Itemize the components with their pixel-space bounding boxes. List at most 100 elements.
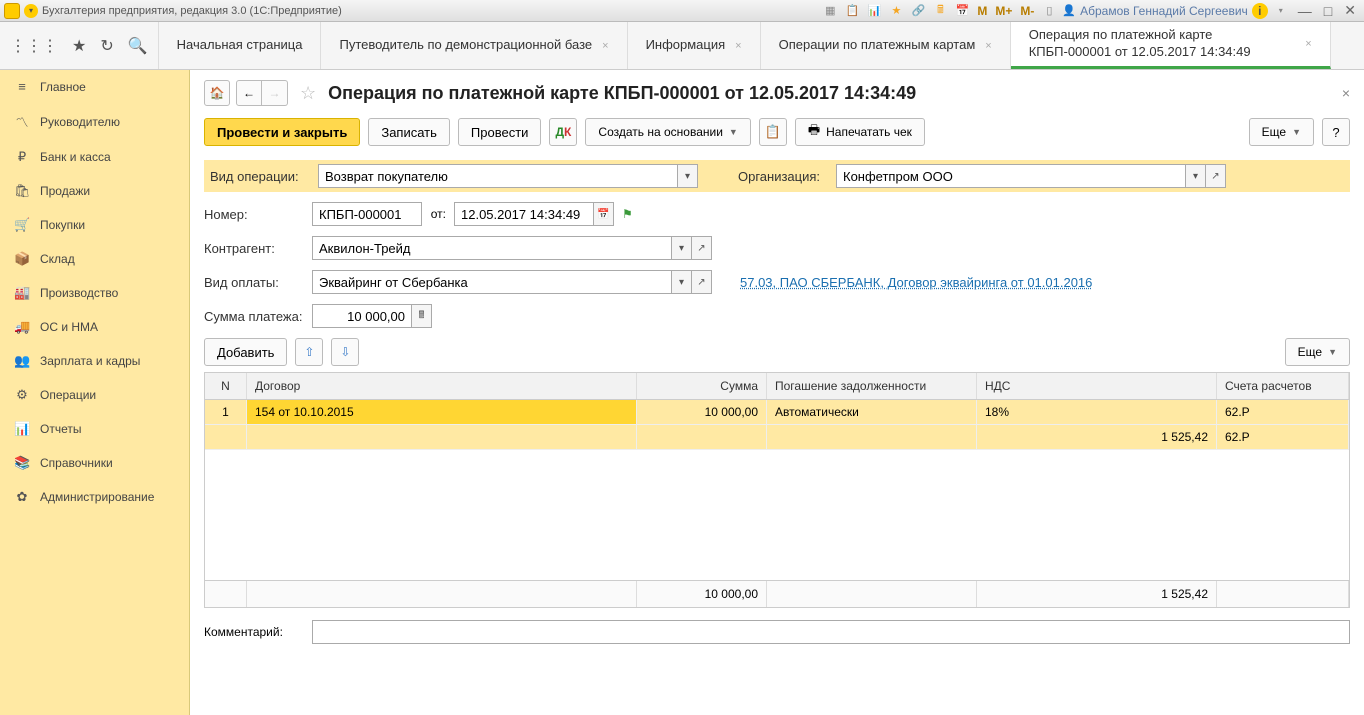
col-contract[interactable]: Договор <box>247 373 637 399</box>
amount-row: Сумма платежа: 🖩 <box>204 304 1350 328</box>
table-row[interactable]: 1 154 от 10.10.2015 10 000,00 Автоматиче… <box>205 400 1349 425</box>
home-button[interactable]: 🏠 <box>204 80 230 106</box>
favorites-icon[interactable]: ★ <box>72 36 86 56</box>
col-vat[interactable]: НДС <box>977 373 1217 399</box>
move-down-button[interactable] <box>331 338 359 366</box>
sidebar-item-manager[interactable]: 〽Руководителю <box>0 103 189 140</box>
box-icon: 📦 <box>14 251 30 267</box>
calculator-button[interactable]: 🖩 <box>412 304 432 328</box>
dropdown-button[interactable]: ▾ <box>1186 164 1206 188</box>
sidebar-item-warehouse[interactable]: 📦Склад <box>0 242 189 276</box>
dk-button[interactable]: ДК <box>549 118 577 146</box>
create-based-button[interactable]: Создать на основании ▼ <box>585 118 750 146</box>
info-dropdown[interactable]: ▾ <box>1272 2 1290 20</box>
grid-body[interactable]: 1 154 от 10.10.2015 10 000,00 Автоматиче… <box>205 400 1349 580</box>
sidebar-item-purchases[interactable]: 🛒Покупки <box>0 208 189 242</box>
star-icon[interactable]: ★ <box>887 2 905 20</box>
user-name[interactable]: 👤 Абрамов Геннадий Сергеевич <box>1062 4 1247 18</box>
open-button[interactable]: ↗ <box>1206 164 1226 188</box>
m-button[interactable]: M <box>975 4 989 18</box>
calendar-icon[interactable]: 📅 <box>953 2 971 20</box>
calc-icon[interactable]: 🖩 <box>931 2 949 20</box>
number-input[interactable] <box>312 202 422 226</box>
app-logo <box>4 3 20 19</box>
chevron-down-icon: ▼ <box>729 127 738 137</box>
open-button[interactable]: ↗ <box>692 236 712 260</box>
tab-info[interactable]: Информация× <box>628 22 761 69</box>
m-plus-button[interactable]: M+ <box>993 4 1014 18</box>
maximize-button[interactable]: □ <box>1320 3 1336 19</box>
tab-guide[interactable]: Путеводитель по демонстрационной базе× <box>321 22 627 69</box>
close-icon[interactable]: × <box>735 40 741 52</box>
comment-input[interactable] <box>312 620 1350 644</box>
save-button[interactable]: Записать <box>368 118 450 146</box>
comment-row: Комментарий: <box>204 620 1350 644</box>
help-button[interactable]: ? <box>1322 118 1350 146</box>
factory-icon: 🏭 <box>14 285 30 301</box>
tab-card-ops[interactable]: Операции по платежным картам× <box>761 22 1011 69</box>
clipboard-icon[interactable]: 📋 <box>843 2 861 20</box>
col-acc[interactable]: Счета расчетов <box>1217 373 1349 399</box>
calendar-button[interactable]: 📅 <box>594 202 614 226</box>
bag-icon: 🛍 <box>14 183 30 199</box>
sidebar-item-assets[interactable]: 🚚ОС и НМА <box>0 310 189 344</box>
info-icon[interactable]: i <box>1252 3 1268 19</box>
dropdown-button[interactable]: ▾ <box>672 236 692 260</box>
amount-input[interactable] <box>312 304 412 328</box>
more-button[interactable]: Еще ▼ <box>1249 118 1314 146</box>
chevron-down-icon: ▼ <box>1328 347 1337 357</box>
sidebar-item-bank[interactable]: ₽Банк и касса <box>0 140 189 174</box>
sidebar-item-reports[interactable]: 📊Отчеты <box>0 412 189 446</box>
sidebar-item-catalogs[interactable]: 📚Справочники <box>0 446 189 480</box>
close-icon[interactable]: × <box>985 40 991 52</box>
tab-card-op-doc[interactable]: Операция по платежной карте КПБП-000001 … <box>1011 22 1331 69</box>
add-row-button[interactable]: Добавить <box>204 338 287 366</box>
history-icon[interactable]: ↻ <box>100 36 113 56</box>
col-pay[interactable]: Погашение задолженности <box>767 373 977 399</box>
payment-agreement-link[interactable]: 57.03, ПАО СБЕРБАНК, Договор эквайринга … <box>740 275 1092 290</box>
forward-button[interactable]: → <box>262 80 288 106</box>
sidebar-item-operations[interactable]: ⚙Операции <box>0 378 189 412</box>
post-and-close-button[interactable]: Провести и закрыть <box>204 118 360 146</box>
dropdown-button[interactable]: ▾ <box>678 164 698 188</box>
table-more-button[interactable]: Еще ▼ <box>1285 338 1350 366</box>
apps-icon[interactable]: ⋮⋮⋮ <box>10 36 58 56</box>
close-icon[interactable]: × <box>602 40 608 52</box>
panel-icon[interactable]: ▯ <box>1040 2 1058 20</box>
toolbar: Провести и закрыть Записать Провести ДК … <box>204 118 1350 146</box>
date-input[interactable] <box>454 202 594 226</box>
sidebar-item-sales[interactable]: 🛍Продажи <box>0 174 189 208</box>
attachments-button[interactable] <box>759 118 787 146</box>
app-menu-dropdown[interactable]: ▾ <box>24 4 38 18</box>
grid-icon[interactable]: ▦ <box>821 2 839 20</box>
sidebar-item-hr[interactable]: 👥Зарплата и кадры <box>0 344 189 378</box>
back-button[interactable]: ← <box>236 80 262 106</box>
close-button[interactable]: ✕ <box>1340 2 1360 19</box>
search-icon[interactable]: 🔍 <box>128 36 148 56</box>
payment-type-input[interactable] <box>312 270 672 294</box>
tab-home[interactable]: Начальная страница <box>159 22 322 69</box>
open-button[interactable]: ↗ <box>692 270 712 294</box>
col-n[interactable]: N <box>205 373 247 399</box>
print-check-button[interactable]: Напечатать чек <box>795 118 925 146</box>
org-input[interactable] <box>836 164 1186 188</box>
link-icon[interactable]: 🔗 <box>909 2 927 20</box>
op-type-input[interactable] <box>318 164 678 188</box>
sidebar-item-main[interactable]: ≡Главное <box>0 70 189 103</box>
sidebar-item-admin[interactable]: ✿Администрирование <box>0 480 189 514</box>
minimize-button[interactable]: — <box>1294 3 1316 19</box>
table-sub-row[interactable]: 1 525,42 62.Р <box>205 425 1349 450</box>
favorite-star-icon[interactable]: ☆ <box>300 83 316 104</box>
chevron-down-icon: ▼ <box>1292 127 1301 137</box>
close-page-button[interactable]: × <box>1342 85 1350 101</box>
move-up-button[interactable] <box>295 338 323 366</box>
sidebar-item-production[interactable]: 🏭Производство <box>0 276 189 310</box>
dropdown-button[interactable]: ▾ <box>672 270 692 294</box>
close-icon[interactable]: × <box>1305 38 1311 50</box>
chart-icon[interactable]: 📊 <box>865 2 883 20</box>
col-sum[interactable]: Сумма <box>637 373 767 399</box>
counterparty-input[interactable] <box>312 236 672 260</box>
number-label: Номер: <box>204 207 304 222</box>
m-minus-button[interactable]: M- <box>1018 4 1036 18</box>
post-button[interactable]: Провести <box>458 118 542 146</box>
